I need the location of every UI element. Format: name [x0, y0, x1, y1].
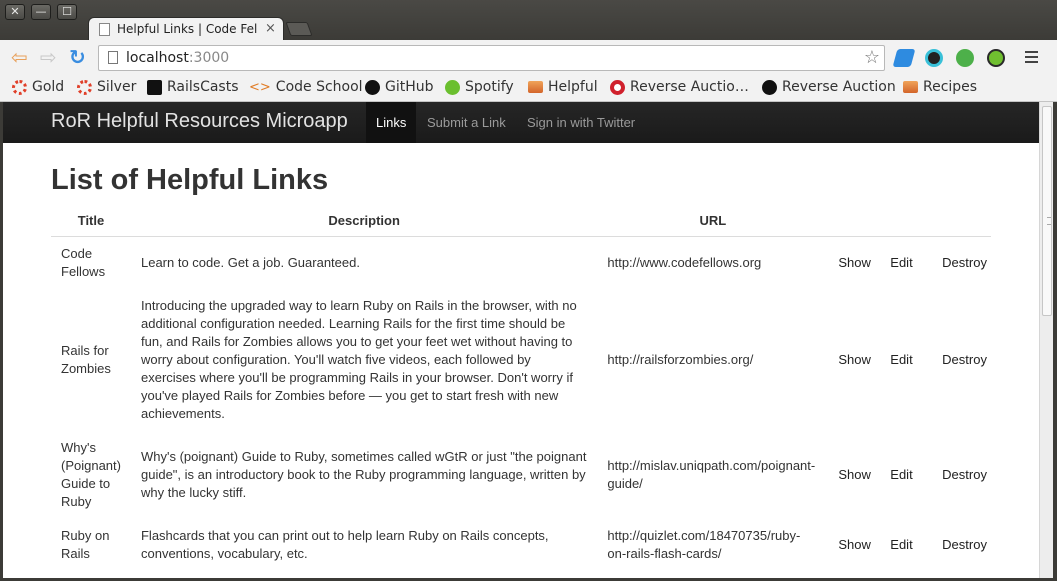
table-row: Why's (Poignant) Guide to Ruby Why's (po… — [51, 431, 991, 519]
table-header-row: Title Description URL — [51, 205, 991, 237]
link-url: http://www.codefellows.org — [607, 254, 762, 270]
bookmarks-bar: Gold Silver RailsCasts <> Code School Git… — [0, 76, 1057, 102]
show-link[interactable]: Show — [838, 467, 871, 482]
site-navbar: RoR Helpful Resources Microapp Links Sub… — [3, 102, 1039, 143]
bookmark-railscasts[interactable]: RailsCasts — [147, 79, 239, 95]
site-brand[interactable]: RoR Helpful Resources Microapp — [51, 110, 348, 133]
link-title: Rails for Zombies — [61, 342, 111, 376]
gold-icon — [12, 79, 27, 95]
page-info-icon[interactable] — [108, 51, 118, 64]
github-icon — [365, 79, 380, 95]
extension-circle-icon[interactable] — [925, 49, 943, 67]
link-title: Why's (Poignant) Guide to Ruby — [61, 439, 121, 509]
new-tab-button[interactable] — [285, 22, 313, 36]
reload-icon[interactable]: ↻ — [69, 47, 86, 67]
forward-arrow-icon[interactable]: ⇨ — [40, 47, 57, 67]
table-row: Ruby on Rails Flashcards that you can pr… — [51, 519, 991, 571]
browser-toolbar: ⇦ ⇨ ↻ localhost:3000 ☆ — [0, 40, 1057, 76]
tab-close-icon[interactable]: × — [265, 21, 276, 36]
address-bar[interactable]: localhost:3000 ☆ — [98, 45, 885, 71]
window-maximize-button[interactable]: ☐ — [57, 4, 77, 20]
show-link[interactable]: Show — [838, 352, 871, 367]
spotify-icon — [445, 79, 460, 95]
edit-link[interactable]: Edit — [890, 352, 912, 367]
bookmark-reverse-auction-1[interactable]: Reverse Auctio… — [610, 79, 749, 95]
edit-link[interactable]: Edit — [890, 537, 912, 552]
spotify-extension-icon[interactable] — [987, 49, 1005, 67]
url-text[interactable]: localhost:3000 — [126, 50, 229, 66]
scrollbar-thumb[interactable] — [1042, 106, 1052, 316]
page-title: List of Helpful Links — [51, 164, 329, 196]
edit-link[interactable]: Edit — [890, 255, 912, 270]
link-description: Introducing the upgraded way to learn Ru… — [140, 297, 577, 421]
destroy-link[interactable]: Destroy — [942, 255, 987, 270]
destroy-link[interactable]: Destroy — [942, 467, 987, 482]
page-icon — [99, 23, 110, 36]
link-description: Why's (poignant) Guide to Ruby, sometime… — [140, 448, 587, 500]
table-row: Code Fellows Learn to code. Get a job. G… — [51, 236, 991, 289]
silver-icon — [77, 79, 92, 95]
column-header-title: Title — [51, 205, 131, 237]
bookmark-code-school[interactable]: <> Code School — [249, 79, 363, 95]
browser-menu-icon[interactable] — [1025, 51, 1038, 63]
destroy-link[interactable]: Destroy — [942, 352, 987, 367]
window-titlebar: ✕ — ☐ Helpful Links | Code Fellows × — [0, 0, 1057, 41]
edit-link[interactable]: Edit — [890, 467, 912, 482]
nav-links[interactable]: Links — [366, 102, 417, 143]
extension-blue-icon[interactable] — [892, 49, 916, 67]
window-close-button[interactable]: ✕ — [5, 4, 25, 20]
show-link[interactable]: Show — [838, 537, 871, 552]
folder-icon — [903, 81, 918, 93]
tab-title: Helpful Links | Code Fellows — [117, 22, 257, 36]
column-header-description: Description — [130, 205, 598, 237]
link-title: Ruby on Rails — [61, 527, 110, 561]
column-header-url: URL — [597, 205, 829, 237]
code-school-icon: <> — [249, 79, 271, 95]
bookmark-star-icon[interactable]: ☆ — [864, 47, 880, 68]
back-arrow-icon[interactable]: ⇦ — [11, 47, 28, 67]
github-icon — [762, 79, 777, 95]
window-minimize-button[interactable]: — — [31, 4, 51, 20]
bookmark-folder-helpful[interactable]: Helpful — [528, 79, 598, 95]
table-row: Rails for Zombies Introducing the upgrad… — [51, 289, 991, 431]
reverse-auction-icon — [610, 79, 625, 95]
destroy-link[interactable]: Destroy — [942, 537, 987, 552]
nav-sign-in-twitter[interactable]: Sign in with Twitter — [517, 102, 645, 143]
links-table: Title Description URL Code Fellows Learn… — [51, 205, 991, 571]
bookmark-github[interactable]: GitHub — [365, 79, 434, 95]
bookmark-spotify[interactable]: Spotify — [445, 79, 514, 95]
page-scrollbar[interactable] — [1039, 102, 1053, 578]
bookmark-reverse-auction-2[interactable]: Reverse Auction — [762, 79, 896, 95]
show-link[interactable]: Show — [838, 255, 871, 270]
link-url: http://quizlet.com/18470735/ruby-on-rail… — [607, 527, 801, 561]
bookmark-silver[interactable]: Silver — [77, 79, 136, 95]
link-description: Flashcards that you can print out to hel… — [140, 527, 549, 561]
bookmark-gold[interactable]: Gold — [12, 79, 64, 95]
link-url: http://mislav.uniqpath.com/poignant-guid… — [607, 457, 816, 491]
link-title: Code Fellows — [61, 245, 106, 279]
nav-submit-link[interactable]: Submit a Link — [417, 102, 516, 143]
folder-icon — [528, 81, 543, 93]
railscasts-icon — [147, 79, 162, 95]
evernote-icon[interactable] — [956, 49, 974, 67]
bookmark-folder-recipes[interactable]: Recipes — [903, 79, 977, 95]
link-url: http://railsforzombies.org/ — [607, 351, 754, 367]
browser-tab[interactable]: Helpful Links | Code Fellows × — [88, 17, 284, 41]
page-viewport: RoR Helpful Resources Microapp Links Sub… — [3, 102, 1039, 578]
link-description: Learn to code. Get a job. Guaranteed. — [140, 254, 360, 270]
